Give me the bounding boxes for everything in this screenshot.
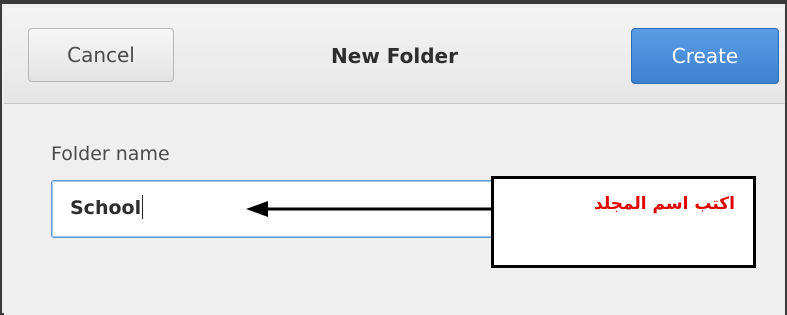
folder-name-text: School [70,197,142,219]
annotation-callout: اكتب اسم المجلد [491,176,756,268]
annotation-arrow-icon [246,201,492,217]
header-bar: Cancel New Folder Create [4,8,785,104]
text-caret [142,195,144,219]
folder-name-value: School [70,195,144,219]
folder-name-label: Folder name [51,143,170,165]
create-button[interactable]: Create [631,28,779,84]
annotation-text: اكتب اسم المجلد [594,194,735,214]
